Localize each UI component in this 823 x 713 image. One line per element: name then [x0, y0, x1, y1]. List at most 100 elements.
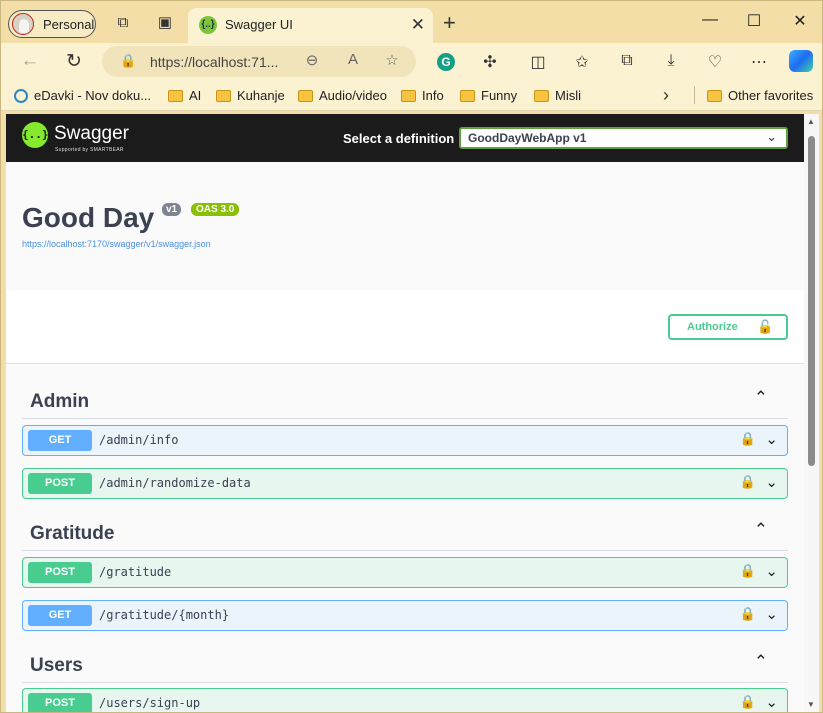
- chevron-up-icon[interactable]: ⌃: [754, 652, 768, 672]
- folder-icon: [534, 89, 549, 102]
- folder-icon: [401, 89, 416, 102]
- folder-icon: [460, 89, 475, 102]
- bookmark-info[interactable]: Info: [401, 88, 444, 103]
- operation-path: /admin/info: [99, 433, 179, 447]
- swagger-favicon-icon: {..}: [199, 16, 217, 34]
- chevron-down-icon[interactable]: ⌄: [765, 430, 778, 448]
- chevron-right-icon[interactable]: ›: [663, 85, 669, 106]
- close-tab-icon[interactable]: ✕: [411, 15, 425, 35]
- swagger-brand[interactable]: Swagger: [54, 123, 129, 145]
- bookmark-label: Other favorites: [728, 88, 814, 103]
- chevron-up-icon[interactable]: ⌃: [754, 388, 768, 408]
- scroll-up-icon[interactable]: ▲: [807, 117, 815, 126]
- bookmark-misli[interactable]: Misli: [534, 88, 581, 103]
- bookmark-other-favorites[interactable]: Other favorites: [707, 88, 813, 103]
- method-badge: GET: [28, 605, 92, 626]
- favorites-bar: eDavki - Nov doku... AI Kuhanje Audio/vi…: [1, 81, 822, 111]
- page-viewport: {..} Swagger Supported by SMARTBEAR Sele…: [6, 114, 804, 712]
- refresh-icon[interactable]: ↻: [62, 50, 86, 73]
- folder-icon: [298, 89, 313, 102]
- favorites-icon[interactable]: ✩: [571, 52, 593, 72]
- bookmark-label: Funny: [481, 88, 518, 103]
- tag-name: Gratitude: [30, 523, 115, 544]
- lock-icon[interactable]: 🔒: [120, 53, 136, 69]
- browser-window: Personal ⧉ ▣ {..} Swagger UI ✕ + — ☐ ✕ ←…: [0, 0, 823, 713]
- page-scrollbar[interactable]: ▲ ▼: [804, 114, 819, 712]
- maximize-icon[interactable]: ☐: [744, 11, 764, 31]
- collections-icon[interactable]: ⧉: [616, 52, 638, 70]
- bookmark-label: Info: [422, 88, 444, 103]
- chevron-down-icon[interactable]: ⌄: [765, 605, 778, 623]
- address-bar[interactable]: 🔒 https://localhost:71... ⊖ A ☆: [102, 46, 416, 77]
- tab-bar: Personal ⧉ ▣ {..} Swagger UI ✕ + — ☐ ✕: [1, 1, 822, 43]
- version-badge: v1: [162, 203, 182, 216]
- api-info: Good Day v1 OAS 3.0 https://localhost:71…: [6, 162, 804, 290]
- authorize-label: Authorize: [687, 321, 738, 333]
- operation-row[interactable]: GET /gratitude/{month} 🔒 ⌄: [22, 600, 788, 631]
- bookmark-kuhanje[interactable]: Kuhanje: [216, 88, 285, 103]
- downloads-icon[interactable]: ⤓: [660, 52, 682, 70]
- read-aloud-icon[interactable]: A: [343, 51, 363, 68]
- bookmark-label: Kuhanje: [237, 88, 285, 103]
- operation-row[interactable]: POST /admin/randomize-data 🔒 ⌄: [22, 468, 788, 499]
- operation-path: /users/sign-up: [99, 696, 201, 710]
- spec-link[interactable]: https://localhost:7170/swagger/v1/swagge…: [22, 239, 211, 249]
- page-title: Good Day: [22, 202, 155, 233]
- bookmark-funny[interactable]: Funny: [460, 88, 517, 103]
- browser-essentials-icon[interactable]: ♡: [704, 52, 726, 72]
- scheme-container: Authorize 🔓: [6, 290, 804, 364]
- bookmark-ai[interactable]: AI: [168, 88, 201, 103]
- bookmark-label: Misli: [555, 88, 581, 103]
- scrollbar-thumb[interactable]: [808, 136, 815, 466]
- tag-users[interactable]: Users ⌃: [22, 645, 788, 683]
- profile-button[interactable]: Personal: [8, 10, 96, 38]
- zoom-out-icon[interactable]: ⊖: [302, 51, 322, 69]
- lock-icon[interactable]: 🔒: [740, 474, 756, 490]
- new-tab-icon[interactable]: +: [443, 10, 456, 36]
- split-screen-icon[interactable]: ◫: [527, 52, 549, 72]
- lock-icon[interactable]: 🔒: [740, 431, 756, 447]
- bookmark-audio-video[interactable]: Audio/video: [298, 88, 387, 103]
- bookmark-edavki[interactable]: eDavki - Nov doku...: [14, 88, 151, 103]
- lock-icon[interactable]: 🔒: [740, 563, 756, 579]
- swagger-logo-icon[interactable]: {..}: [22, 122, 49, 148]
- swagger-brand-sub: Supported by SMARTBEAR: [55, 147, 124, 153]
- more-menu-icon[interactable]: ⋯: [748, 52, 770, 72]
- operation-row[interactable]: POST /users/sign-up 🔒 ⌄: [22, 688, 788, 712]
- folder-icon: [216, 89, 231, 102]
- bookmark-label: eDavki - Nov doku...: [34, 88, 152, 103]
- method-badge: POST: [28, 473, 92, 494]
- method-badge: POST: [28, 693, 92, 712]
- copilot-icon[interactable]: [789, 50, 813, 72]
- back-icon[interactable]: ←: [18, 50, 42, 72]
- chevron-up-icon[interactable]: ⌃: [754, 520, 768, 540]
- unlock-icon: 🔓: [757, 319, 774, 334]
- operation-row[interactable]: GET /admin/info 🔒 ⌄: [22, 425, 788, 456]
- tag-gratitude[interactable]: Gratitude ⌃: [22, 513, 788, 551]
- tab-swagger-ui[interactable]: {..} Swagger UI ✕: [188, 8, 433, 43]
- vertical-tabs-icon[interactable]: ▣: [156, 14, 174, 32]
- lock-icon[interactable]: 🔒: [740, 606, 756, 622]
- definition-select[interactable]: GoodDayWebApp v1 ⌄: [459, 127, 788, 149]
- operation-path: /gratitude/{month}: [99, 608, 230, 622]
- oas-badge: OAS 3.0: [191, 203, 240, 216]
- minimize-icon[interactable]: —: [700, 11, 720, 29]
- divider: [694, 86, 695, 104]
- grammarly-icon[interactable]: G: [437, 53, 455, 71]
- chevron-down-icon[interactable]: ⌄: [765, 562, 778, 580]
- edavki-icon: [14, 88, 28, 103]
- favorite-star-icon[interactable]: ☆: [382, 51, 402, 69]
- extensions-icon[interactable]: ✣: [479, 52, 501, 72]
- swagger-topbar: {..} Swagger Supported by SMARTBEAR Sele…: [6, 114, 804, 162]
- browser-toolbar: ← ↻ 🔒 https://localhost:71... ⊖ A ☆ G ✣ …: [1, 43, 822, 81]
- lock-icon[interactable]: 🔒: [740, 694, 756, 710]
- close-window-icon[interactable]: ✕: [790, 11, 810, 31]
- profile-name: Personal: [43, 16, 95, 32]
- tag-admin[interactable]: Admin ⌃: [22, 381, 788, 419]
- operation-row[interactable]: POST /gratitude 🔒 ⌄: [22, 557, 788, 588]
- workspaces-icon[interactable]: ⧉: [114, 14, 132, 32]
- chevron-down-icon[interactable]: ⌄: [765, 473, 778, 491]
- chevron-down-icon[interactable]: ⌄: [765, 693, 778, 711]
- authorize-button[interactable]: Authorize 🔓: [668, 314, 788, 340]
- scroll-down-icon[interactable]: ▼: [807, 700, 815, 709]
